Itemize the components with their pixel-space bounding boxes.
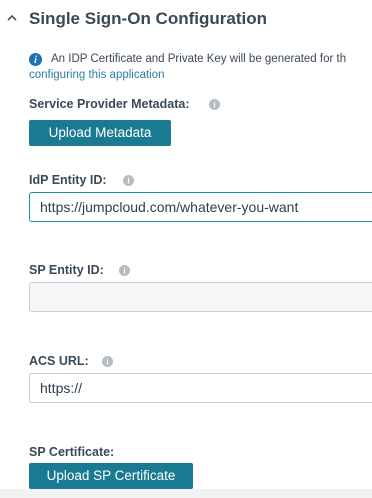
svg-text:i: i xyxy=(106,358,108,367)
chevron-up-icon[interactable] xyxy=(7,13,17,23)
help-icon[interactable]: i xyxy=(123,175,134,186)
idp-entity-id-input[interactable] xyxy=(29,192,372,222)
section-title: Single Sign-On Configuration xyxy=(29,9,267,28)
svg-text:i: i xyxy=(123,267,125,276)
acs-url-input[interactable] xyxy=(29,373,372,403)
svg-text:i: i xyxy=(127,177,129,186)
configuring-link[interactable]: configuring this application xyxy=(29,69,165,81)
info-text: An IDP Certificate and Private Key will … xyxy=(51,53,347,65)
help-icon[interactable]: i xyxy=(102,356,113,367)
section-header[interactable]: Single Sign-On Configuration xyxy=(0,0,372,42)
upload-metadata-button[interactable]: Upload Metadata xyxy=(29,120,171,146)
sp-certificate-label: SP Certificate: xyxy=(29,445,115,459)
info-icon: i xyxy=(29,53,42,66)
svg-text:i: i xyxy=(213,101,215,110)
acs-url-label: ACS URL: xyxy=(29,354,89,368)
help-icon[interactable]: i xyxy=(119,265,130,276)
sp-entity-id-input[interactable] xyxy=(29,282,372,312)
bottom-divider xyxy=(0,489,372,498)
sp-entity-id-label: SP Entity ID: xyxy=(29,263,104,277)
idp-entity-id-label: IdP Entity ID: xyxy=(29,173,107,187)
sp-metadata-label: Service Provider Metadata: xyxy=(29,97,190,111)
upload-sp-certificate-button[interactable]: Upload SP Certificate xyxy=(29,463,193,489)
help-icon[interactable]: i xyxy=(209,99,220,110)
svg-text:i: i xyxy=(34,55,37,66)
